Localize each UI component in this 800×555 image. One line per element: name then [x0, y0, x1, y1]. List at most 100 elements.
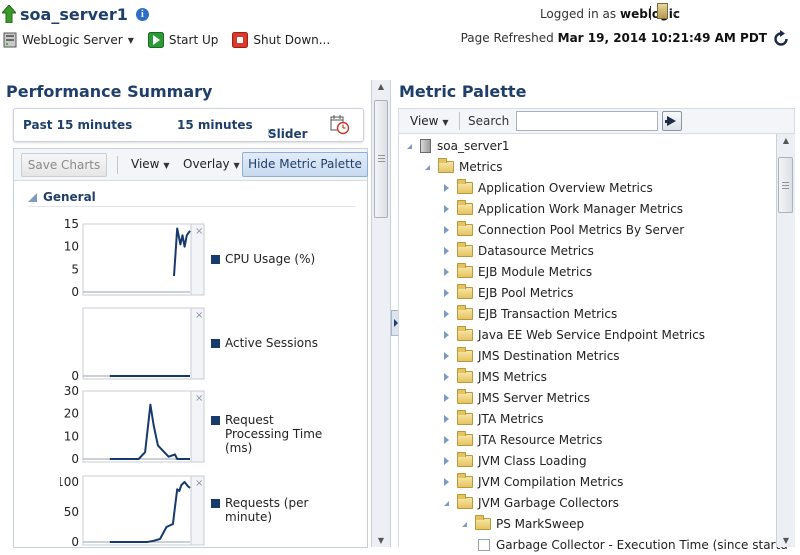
tree-item-label: EJB Pool Metrics — [478, 286, 574, 300]
tree-item[interactable]: Java EE Web Service Endpoint Metrics — [441, 325, 705, 345]
tree-item[interactable]: JVM Class Loading — [441, 451, 587, 471]
y-tick-label: 0 — [71, 452, 79, 465]
document-icon[interactable] — [657, 3, 668, 19]
tree-item[interactable]: PS MarkSweep — [459, 514, 584, 534]
start-up-button[interactable]: Start Up — [147, 32, 218, 48]
y-tick-label: 0 — [71, 369, 79, 382]
calendar-clock-icon[interactable] — [330, 115, 350, 135]
tree-item[interactable]: Metrics — [422, 157, 503, 177]
folder-icon — [457, 242, 473, 257]
folder-icon — [457, 452, 473, 467]
tree-item[interactable]: Connection Pool Metrics By Server — [441, 220, 684, 240]
save-charts-button[interactable]: Save Charts — [21, 153, 107, 177]
page-refreshed-label: Page Refreshed — [460, 31, 554, 45]
expand-icon[interactable] — [441, 352, 451, 360]
tree-checkbox-item[interactable]: Garbage Collector - Execution Time (sinc… — [478, 535, 788, 555]
tree-item[interactable]: JVM Garbage Collectors — [441, 493, 619, 513]
weblogic-server-label: WebLogic Server — [22, 33, 123, 47]
legend-swatch — [211, 255, 220, 264]
expand-icon[interactable] — [441, 331, 451, 339]
legend-swatch — [211, 416, 220, 425]
expand-icon[interactable] — [441, 436, 451, 444]
expand-icon[interactable] — [441, 310, 451, 318]
tree-item[interactable]: EJB Module Metrics — [441, 262, 592, 282]
tree-item-label: JMS Destination Metrics — [478, 349, 620, 363]
collapse-icon[interactable] — [459, 521, 469, 527]
tree-item[interactable]: Application Work Manager Metrics — [441, 199, 683, 219]
expand-icon[interactable] — [441, 457, 451, 465]
time-range-label: Past 15 minutes — [23, 118, 133, 132]
tree-item[interactable]: JTA Metrics — [441, 409, 544, 429]
tree-item[interactable]: Application Overview Metrics — [441, 178, 653, 198]
page-refreshed: Page Refreshed Mar 19, 2014 10:21:49 AM … — [461, 31, 767, 45]
palette-view-label: View — [410, 114, 439, 128]
expand-icon[interactable] — [441, 373, 451, 381]
metric-palette-title: Metric Palette — [399, 82, 527, 101]
chevron-down-icon: ▼ — [127, 35, 134, 45]
chevron-down-icon: ▼ — [442, 118, 449, 127]
expand-icon[interactable] — [441, 289, 451, 297]
tree-item-label: PS MarkSweep — [496, 517, 585, 531]
active-sessions-legend: Active Sessions — [211, 336, 341, 350]
expand-icon[interactable] — [441, 478, 451, 486]
tree-item-label: soa_server1 — [437, 139, 510, 153]
collapse-icon[interactable] — [404, 143, 414, 149]
collapse-icon[interactable] — [422, 164, 432, 170]
tree-item[interactable]: Datasource Metrics — [441, 241, 594, 261]
refresh-icon[interactable] — [772, 30, 790, 48]
y-tick-label: 10 — [64, 429, 79, 443]
request-processing-time-legend: Request Processing Time (ms) — [211, 413, 341, 455]
stop-icon — [232, 32, 249, 48]
info-icon[interactable]: i — [135, 7, 149, 21]
tree-item[interactable]: soa_server1 — [404, 136, 510, 156]
scroll-up-icon[interactable]: ▲ — [779, 136, 793, 145]
close-icon: × — [195, 226, 203, 237]
view-menu[interactable]: View ▼ — [131, 157, 169, 171]
shut-down-button[interactable]: Shut Down... — [232, 32, 330, 48]
general-section-label: General — [43, 190, 96, 204]
weblogic-server-menu[interactable]: WebLogic Server ▼ — [3, 32, 134, 48]
scroll-down-icon[interactable]: ▼ — [374, 536, 388, 545]
tree-item[interactable]: EJB Pool Metrics — [441, 283, 573, 303]
time-range-box: Past 15 minutes 15 minutes ▷ Slider — [13, 108, 364, 142]
legend-label: Requests (per minute) — [225, 496, 309, 524]
expand-icon[interactable] — [441, 247, 451, 255]
folder-icon — [457, 179, 473, 194]
expand-icon[interactable] — [441, 205, 451, 213]
scroll-up-icon[interactable]: ▲ — [374, 82, 388, 91]
scroll-down-icon[interactable]: ▼ — [779, 536, 793, 545]
tree-item[interactable]: EJB Transaction Metrics — [441, 304, 617, 324]
search-input[interactable] — [516, 111, 658, 131]
expand-icon[interactable] — [441, 415, 451, 423]
separator-dot — [674, 13, 676, 15]
hide-metric-palette-button[interactable]: Hide Metric Palette — [242, 152, 368, 177]
text-cursor — [650, 6, 651, 20]
folder-icon — [457, 200, 473, 215]
y-tick-label: 10 — [64, 240, 79, 254]
expand-icon[interactable] — [441, 226, 451, 234]
tree-item[interactable]: JMS Server Metrics — [441, 388, 590, 408]
general-section-header[interactable]: General — [28, 190, 96, 204]
tree-item[interactable]: JTA Resource Metrics — [441, 430, 602, 450]
collapse-icon[interactable] — [441, 500, 451, 506]
tree-item-label: Java EE Web Service Endpoint Metrics — [478, 328, 706, 342]
y-tick-label: 50 — [64, 505, 79, 519]
duration-selector[interactable]: 15 minutes — [177, 118, 253, 132]
tree-item-label: EJB Transaction Metrics — [478, 307, 618, 321]
left-pane-scroll-thumb[interactable] — [374, 100, 388, 218]
tree-item[interactable]: JVM Compilation Metrics — [441, 472, 623, 492]
expand-icon[interactable] — [441, 184, 451, 192]
shut-down-label: Shut Down... — [253, 33, 331, 47]
tree-item-label: JTA Metrics — [478, 412, 544, 426]
expand-icon[interactable] — [441, 394, 451, 402]
y-tick-label: 15 — [64, 217, 79, 231]
palette-view-menu[interactable]: View ▼ — [410, 114, 448, 128]
metric-checkbox[interactable] — [478, 539, 490, 551]
expand-icon[interactable] — [441, 268, 451, 276]
overlay-menu[interactable]: Overlay ▼ — [183, 157, 240, 171]
palette-scroll-thumb[interactable] — [778, 157, 793, 213]
tree-item[interactable]: JMS Destination Metrics — [441, 346, 620, 366]
tree-item[interactable]: JMS Metrics — [441, 367, 547, 387]
chevron-down-icon: ▼ — [233, 161, 240, 170]
search-go-button[interactable] — [662, 111, 682, 131]
